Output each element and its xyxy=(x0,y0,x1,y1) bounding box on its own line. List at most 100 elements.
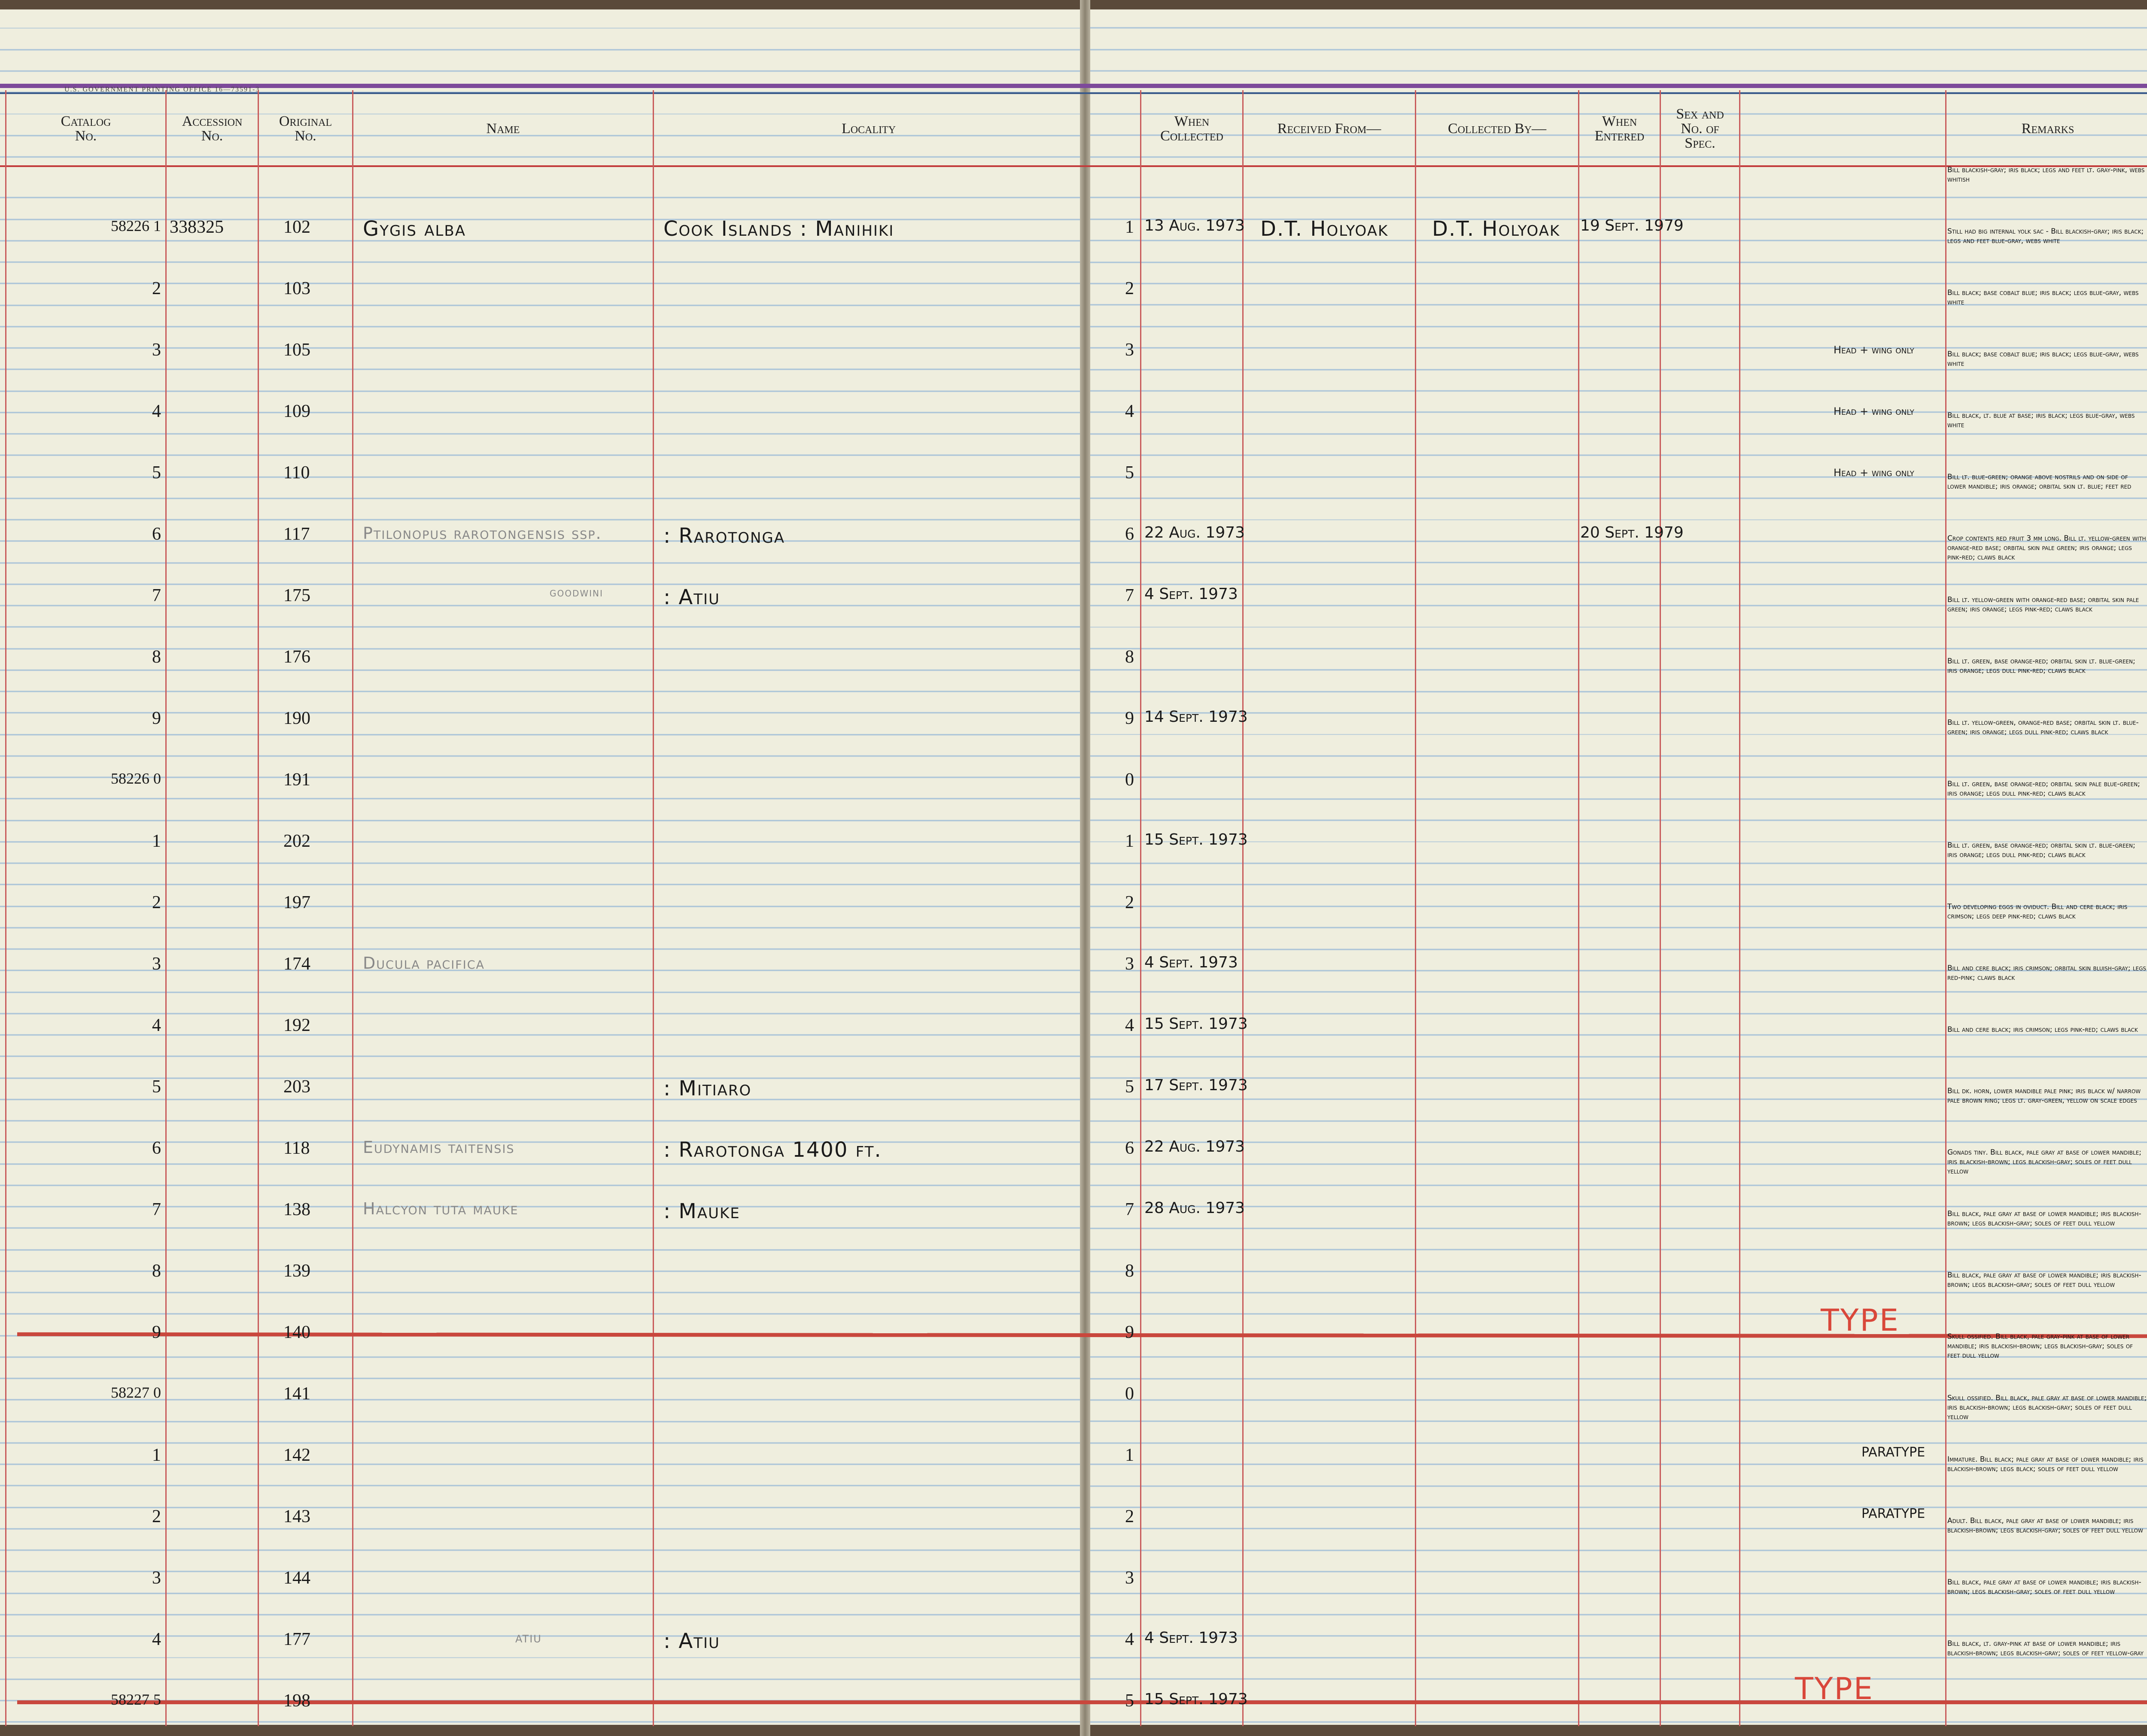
row-remark: Bill black, pale gray at base of lower m… xyxy=(1947,1578,2141,1596)
col-rule xyxy=(1578,90,1579,1726)
row-name: Gygis alba xyxy=(363,217,466,241)
row-cat: 58226 1 xyxy=(111,217,161,234)
col-rule xyxy=(165,90,167,1726)
col-rule xyxy=(1739,90,1740,1726)
row-date: 14 Sept. 1973 xyxy=(1144,708,1248,726)
row-cat: 3 xyxy=(152,1568,161,1588)
row-acc: 338325 xyxy=(170,217,224,237)
header-remarks: Remarks xyxy=(2021,121,2074,137)
row-idx: 6 xyxy=(1125,1138,1134,1158)
col-rule xyxy=(352,90,353,1726)
header-locality: Locality xyxy=(841,121,896,137)
row-loc: : Rarotonga xyxy=(663,524,785,548)
row-remark: Bill black; base cobalt blue; iris black… xyxy=(1947,350,2139,368)
row-note: TYPE xyxy=(1821,1303,1900,1338)
row-orig: 139 xyxy=(283,1261,310,1281)
row-name: Halcyon tuta mauke xyxy=(363,1199,519,1218)
row-orig: 175 xyxy=(283,586,310,605)
row-orig: 203 xyxy=(283,1077,310,1097)
row-idx: 9 xyxy=(1125,1323,1134,1342)
header-original: Original No. xyxy=(279,113,332,144)
row-idx: 5 xyxy=(1125,1691,1134,1711)
row-loc: : Rarotonga 1400 ft. xyxy=(663,1138,882,1162)
row-orig: 191 xyxy=(283,770,310,790)
row-orig: 176 xyxy=(283,647,310,667)
row-loc: : Mitiaro xyxy=(663,1076,752,1101)
row-orig: 143 xyxy=(283,1507,310,1526)
row-note: PARATYPE xyxy=(1861,1506,1925,1521)
row-cat: 8 xyxy=(152,1261,161,1281)
row-cat: 58227 5 xyxy=(111,1691,161,1708)
row-name: Eudynamis taitensis xyxy=(363,1138,515,1157)
row-entered: 20 Sept. 1979 xyxy=(1580,524,1684,541)
row-orig: 174 xyxy=(283,954,310,974)
header-received-from: Received From— xyxy=(1277,121,1381,137)
row-remark: Skull ossified. Bill black, pale gray-pi… xyxy=(1947,1332,2133,1360)
row-orig: 102 xyxy=(283,217,310,237)
book-gutter xyxy=(1080,0,1090,1736)
row-idx: 2 xyxy=(1125,279,1134,298)
row-orig: 141 xyxy=(283,1384,310,1404)
row-note: Head + wing only xyxy=(1834,405,1914,417)
row-idx: 1 xyxy=(1125,831,1134,851)
row-remark: Adult. Bill black, pale gray at base of … xyxy=(1947,1517,2143,1535)
row-remark: Bill black, pale gray at base of lower m… xyxy=(1947,1210,2141,1228)
row-orig: 140 xyxy=(283,1323,310,1342)
row-remark: Still had big internal yolk sac - Bill b… xyxy=(1947,227,2144,245)
row-cat: 4 xyxy=(152,401,161,421)
row-remark: Bill black, pale gray at base of lower m… xyxy=(1947,1271,2141,1289)
row-date: 17 Sept. 1973 xyxy=(1144,1076,1248,1094)
row-idx: 1 xyxy=(1125,1445,1134,1465)
row-loc: : Atiu xyxy=(663,1629,720,1653)
row-name: atiu xyxy=(515,1629,542,1646)
row-orig: 192 xyxy=(283,1015,310,1035)
col-rule xyxy=(653,90,654,1726)
row-remark: Bill blackish-gray; iris black; legs and… xyxy=(1947,166,2145,184)
header-rule xyxy=(0,165,2147,167)
row-cat: 2 xyxy=(152,279,161,298)
row-idx: 7 xyxy=(1125,586,1134,605)
row-remark: Crop contents red fruit 3 mm long. Bill … xyxy=(1947,534,2146,562)
row-cat: 3 xyxy=(152,340,161,360)
row-cat: 58227 0 xyxy=(111,1384,161,1401)
row-cat: 6 xyxy=(152,1138,161,1158)
col-rule xyxy=(1242,90,1244,1726)
row-entered: 19 Sept. 1979 xyxy=(1580,217,1684,234)
row-orig: 117 xyxy=(283,524,310,544)
row-date: 4 Sept. 1973 xyxy=(1144,1629,1238,1647)
row-idx: 6 xyxy=(1125,524,1134,544)
row-cat: 1 xyxy=(152,1445,161,1465)
row-orig: 103 xyxy=(283,279,310,298)
header-catalog: Catalog No. xyxy=(61,113,111,144)
row-remark: Bill black, lt. gray-pink at base of low… xyxy=(1947,1639,2144,1657)
gpo-imprint: U.S. GOVERNMENT PRINTING OFFICE 16—73591… xyxy=(64,86,260,93)
col-rule xyxy=(258,90,259,1726)
row-remark: Immature. Bill black; pale gray at base … xyxy=(1947,1455,2144,1473)
row-idx: 3 xyxy=(1125,954,1134,974)
row-idx: 5 xyxy=(1125,1077,1134,1097)
row-remark: Gonads tiny. Bill black, pale gray at ba… xyxy=(1947,1148,2142,1176)
row-note: Head + wing only xyxy=(1834,467,1914,479)
row-cat: 7 xyxy=(152,1200,161,1219)
row-orig: 109 xyxy=(283,401,310,421)
row-cat: 1 xyxy=(152,831,161,851)
row-remark: Bill black, lt. blue at base; iris black… xyxy=(1947,411,2135,429)
row-date: 28 Aug. 1973 xyxy=(1144,1199,1245,1217)
row-cat: 4 xyxy=(152,1630,161,1649)
row-remark: Bill dk. horn, lower mandible pale pink;… xyxy=(1947,1087,2141,1105)
row-idx: 7 xyxy=(1125,1200,1134,1219)
row-date: 4 Sept. 1973 xyxy=(1144,585,1238,603)
row-recv: D.T. Holyoak xyxy=(1260,217,1389,241)
row-remark: Bill and cere black; iris crimson; legs … xyxy=(1947,1025,2138,1034)
col-rule xyxy=(5,90,6,1726)
row-name: Ducula pacifica xyxy=(363,954,485,973)
header-accession: Accession No. xyxy=(182,113,243,144)
row-orig: 197 xyxy=(283,893,310,912)
row-remark: Bill lt. green, base orange-red; orbital… xyxy=(1947,780,2140,798)
row-cat: 8 xyxy=(152,647,161,667)
row-idx: 4 xyxy=(1125,401,1134,421)
row-remark: Bill lt. blue-green; orange above nostri… xyxy=(1947,473,2132,491)
row-cat: 9 xyxy=(152,708,161,728)
row-remark: Bill black; base cobalt blue; iris black… xyxy=(1947,289,2139,307)
row-orig: 198 xyxy=(283,1691,310,1711)
